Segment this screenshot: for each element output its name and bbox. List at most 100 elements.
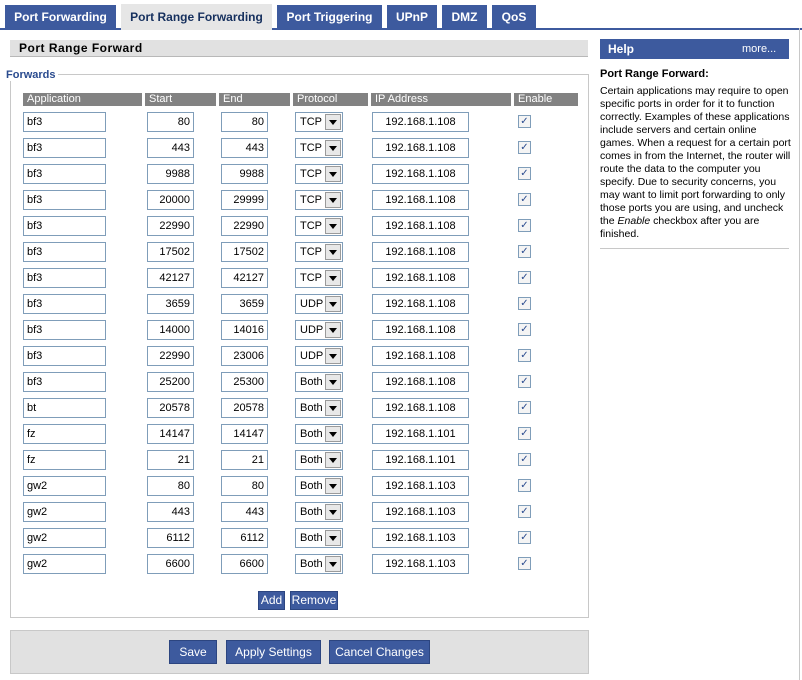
add-button[interactable]: Add [258,591,285,610]
ip-address-input[interactable]: 192.168.1.108 [372,346,469,366]
tab-port-forwarding[interactable]: Port Forwarding [5,5,116,29]
application-input[interactable]: bf3 [23,320,106,340]
application-input[interactable]: bf3 [23,242,106,262]
start-port-input[interactable]: 22990 [147,216,194,236]
enable-checkbox[interactable]: ✓ [518,115,531,128]
ip-address-input[interactable]: 192.168.1.108 [372,216,469,236]
help-more-link[interactable]: more... [742,39,776,59]
application-input[interactable]: gw2 [23,554,106,574]
start-port-input[interactable]: 80 [147,476,194,496]
enable-checkbox[interactable]: ✓ [518,505,531,518]
chevron-down-icon[interactable] [325,114,341,130]
start-port-input[interactable]: 3659 [147,294,194,314]
tab-upnp[interactable]: UPnP [387,5,437,29]
ip-address-input[interactable]: 192.168.1.103 [372,554,469,574]
start-port-input[interactable]: 6600 [147,554,194,574]
start-port-input[interactable]: 14147 [147,424,194,444]
enable-checkbox[interactable]: ✓ [518,479,531,492]
end-port-input[interactable]: 6600 [221,554,268,574]
end-port-input[interactable]: 9988 [221,164,268,184]
enable-checkbox[interactable]: ✓ [518,193,531,206]
start-port-input[interactable]: 42127 [147,268,194,288]
ip-address-input[interactable]: 192.168.1.108 [372,138,469,158]
protocol-select[interactable]: TCP [295,268,343,288]
chevron-down-icon[interactable] [325,270,341,286]
end-port-input[interactable]: 6112 [221,528,268,548]
protocol-select[interactable]: TCP [295,164,343,184]
application-input[interactable]: gw2 [23,476,106,496]
end-port-input[interactable]: 22990 [221,216,268,236]
chevron-down-icon[interactable] [325,504,341,520]
end-port-input[interactable]: 3659 [221,294,268,314]
chevron-down-icon[interactable] [325,140,341,156]
ip-address-input[interactable]: 192.168.1.108 [372,242,469,262]
ip-address-input[interactable]: 192.168.1.108 [372,320,469,340]
ip-address-input[interactable]: 192.168.1.108 [372,372,469,392]
end-port-input[interactable]: 14147 [221,424,268,444]
ip-address-input[interactable]: 192.168.1.108 [372,164,469,184]
enable-checkbox[interactable]: ✓ [518,167,531,180]
ip-address-input[interactable]: 192.168.1.108 [372,398,469,418]
end-port-input[interactable]: 29999 [221,190,268,210]
chevron-down-icon[interactable] [325,530,341,546]
ip-address-input[interactable]: 192.168.1.101 [372,450,469,470]
end-port-input[interactable]: 23006 [221,346,268,366]
start-port-input[interactable]: 20578 [147,398,194,418]
remove-button[interactable]: Remove [290,591,338,610]
start-port-input[interactable]: 20000 [147,190,194,210]
chevron-down-icon[interactable] [325,556,341,572]
start-port-input[interactable]: 443 [147,138,194,158]
end-port-input[interactable]: 17502 [221,242,268,262]
enable-checkbox[interactable]: ✓ [518,141,531,154]
ip-address-input[interactable]: 192.168.1.103 [372,502,469,522]
chevron-down-icon[interactable] [325,244,341,260]
enable-checkbox[interactable]: ✓ [518,219,531,232]
chevron-down-icon[interactable] [325,166,341,182]
application-input[interactable]: bf3 [23,346,106,366]
chevron-down-icon[interactable] [325,322,341,338]
enable-checkbox[interactable]: ✓ [518,297,531,310]
apply-settings-button[interactable]: Apply Settings [226,640,321,664]
ip-address-input[interactable]: 192.168.1.103 [372,476,469,496]
protocol-select[interactable]: Both [295,528,343,548]
protocol-select[interactable]: Both [295,450,343,470]
chevron-down-icon[interactable] [325,218,341,234]
ip-address-input[interactable]: 192.168.1.103 [372,528,469,548]
chevron-down-icon[interactable] [325,426,341,442]
application-input[interactable]: fz [23,450,106,470]
chevron-down-icon[interactable] [325,374,341,390]
start-port-input[interactable]: 9988 [147,164,194,184]
protocol-select[interactable]: UDP [295,320,343,340]
enable-checkbox[interactable]: ✓ [518,531,531,544]
enable-checkbox[interactable]: ✓ [518,271,531,284]
protocol-select[interactable]: TCP [295,190,343,210]
enable-checkbox[interactable]: ✓ [518,323,531,336]
ip-address-input[interactable]: 192.168.1.101 [372,424,469,444]
enable-checkbox[interactable]: ✓ [518,427,531,440]
enable-checkbox[interactable]: ✓ [518,401,531,414]
cancel-changes-button[interactable]: Cancel Changes [329,640,430,664]
start-port-input[interactable]: 443 [147,502,194,522]
enable-checkbox[interactable]: ✓ [518,453,531,466]
end-port-input[interactable]: 80 [221,476,268,496]
start-port-input[interactable]: 22990 [147,346,194,366]
tab-port-range-forwarding[interactable]: Port Range Forwarding [121,4,272,30]
enable-checkbox[interactable]: ✓ [518,375,531,388]
start-port-input[interactable]: 25200 [147,372,194,392]
protocol-select[interactable]: Both [295,424,343,444]
chevron-down-icon[interactable] [325,478,341,494]
end-port-input[interactable]: 80 [221,112,268,132]
application-input[interactable]: bf3 [23,138,106,158]
protocol-select[interactable]: UDP [295,294,343,314]
application-input[interactable]: bf3 [23,190,106,210]
end-port-input[interactable]: 25300 [221,372,268,392]
start-port-input[interactable]: 14000 [147,320,194,340]
application-input[interactable]: bf3 [23,216,106,236]
application-input[interactable]: gw2 [23,528,106,548]
application-input[interactable]: bf3 [23,294,106,314]
end-port-input[interactable]: 20578 [221,398,268,418]
enable-checkbox[interactable]: ✓ [518,349,531,362]
start-port-input[interactable]: 21 [147,450,194,470]
save-button[interactable]: Save [169,640,217,664]
protocol-select[interactable]: Both [295,398,343,418]
